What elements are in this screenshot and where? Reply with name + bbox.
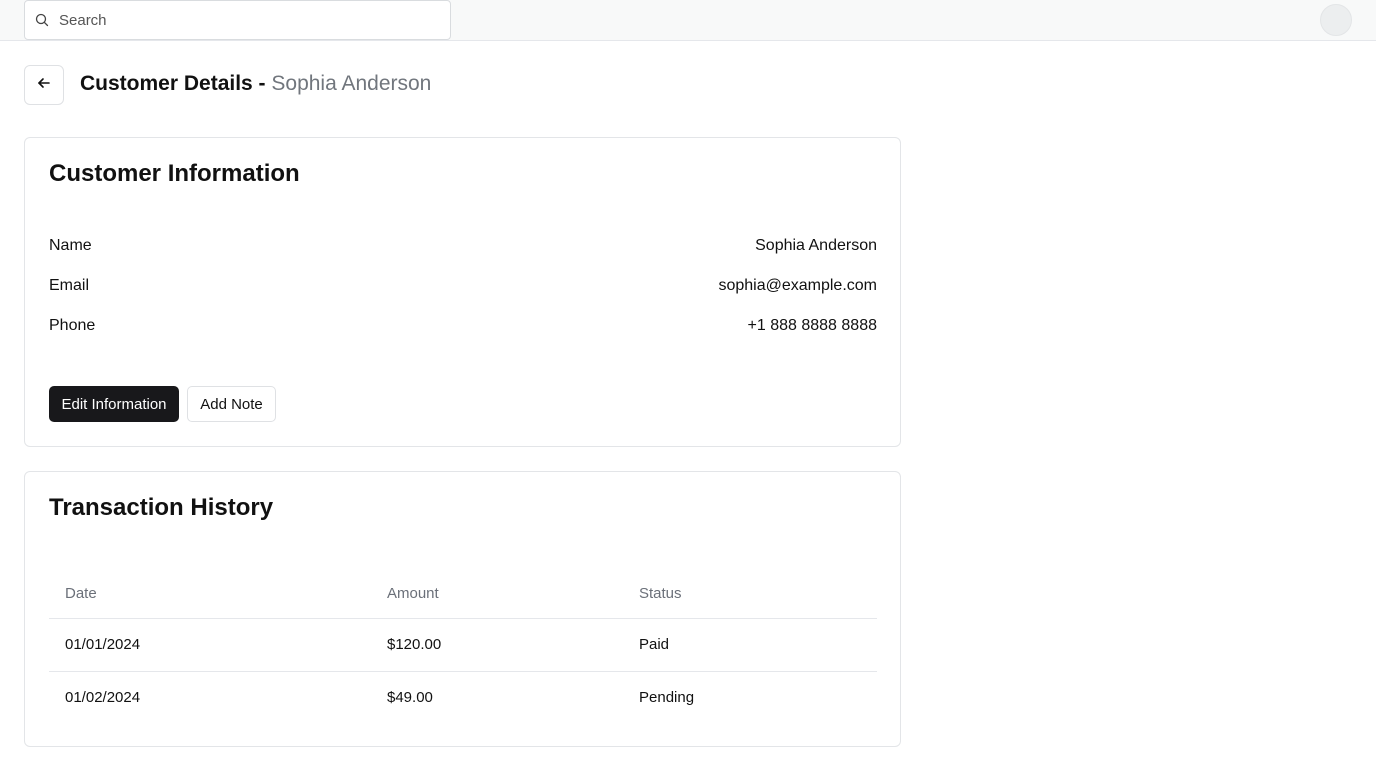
page-title-label: Customer Details - bbox=[80, 72, 272, 95]
cell-date: 01/01/2024 bbox=[49, 618, 371, 672]
info-value-phone: +1 888 8888 8888 bbox=[747, 317, 877, 334]
info-label-name: Name bbox=[49, 237, 92, 254]
info-value-email: sophia@example.com bbox=[718, 277, 877, 294]
table-header-row: Date Amount Status bbox=[49, 570, 877, 619]
column-header-amount: Amount bbox=[371, 570, 623, 619]
add-note-button[interactable]: Add Note bbox=[187, 386, 276, 422]
info-row-email: Email sophia@example.com bbox=[49, 277, 877, 295]
info-row-phone: Phone +1 888 8888 8888 bbox=[49, 317, 877, 335]
search-box[interactable] bbox=[24, 0, 451, 40]
page-title-customer: Sophia Anderson bbox=[271, 72, 432, 95]
page-title: Customer Details - Sophia Anderson bbox=[80, 72, 431, 96]
customer-information-heading: Customer Information bbox=[49, 160, 300, 187]
table-row: 01/02/2024 $49.00 Pending bbox=[49, 671, 877, 724]
arrow-left-icon bbox=[37, 76, 51, 94]
info-label-email: Email bbox=[49, 277, 90, 294]
search-icon bbox=[35, 12, 51, 28]
transaction-history-heading: Transaction History bbox=[49, 494, 274, 521]
search-input[interactable] bbox=[59, 5, 419, 35]
info-value-name: Sophia Anderson bbox=[755, 237, 877, 254]
back-button[interactable] bbox=[24, 65, 64, 105]
customer-information-card: Customer Information Name Sophia Anderso… bbox=[24, 137, 901, 447]
avatar[interactable] bbox=[1320, 4, 1352, 36]
cell-amount: $120.00 bbox=[371, 618, 623, 672]
table-row: 01/01/2024 $120.00 Paid bbox=[49, 618, 877, 672]
cell-status: Pending bbox=[639, 689, 695, 707]
column-header-date: Date bbox=[49, 570, 371, 619]
cell-date: 01/02/2024 bbox=[65, 689, 141, 707]
edit-information-button[interactable]: Edit Information bbox=[49, 386, 179, 422]
info-row-name: Name Sophia Anderson bbox=[49, 237, 877, 255]
transaction-history-card: Transaction History Date Amount Status 0… bbox=[24, 471, 901, 747]
cell-status: Paid bbox=[623, 618, 877, 672]
transaction-table: Date Amount Status 01/01/2024 $120.00 Pa… bbox=[49, 570, 877, 724]
info-label-phone: Phone bbox=[49, 317, 96, 334]
cell-amount: $49.00 bbox=[387, 689, 433, 707]
column-header-status: Status bbox=[623, 570, 877, 619]
top-bar bbox=[0, 0, 1376, 41]
